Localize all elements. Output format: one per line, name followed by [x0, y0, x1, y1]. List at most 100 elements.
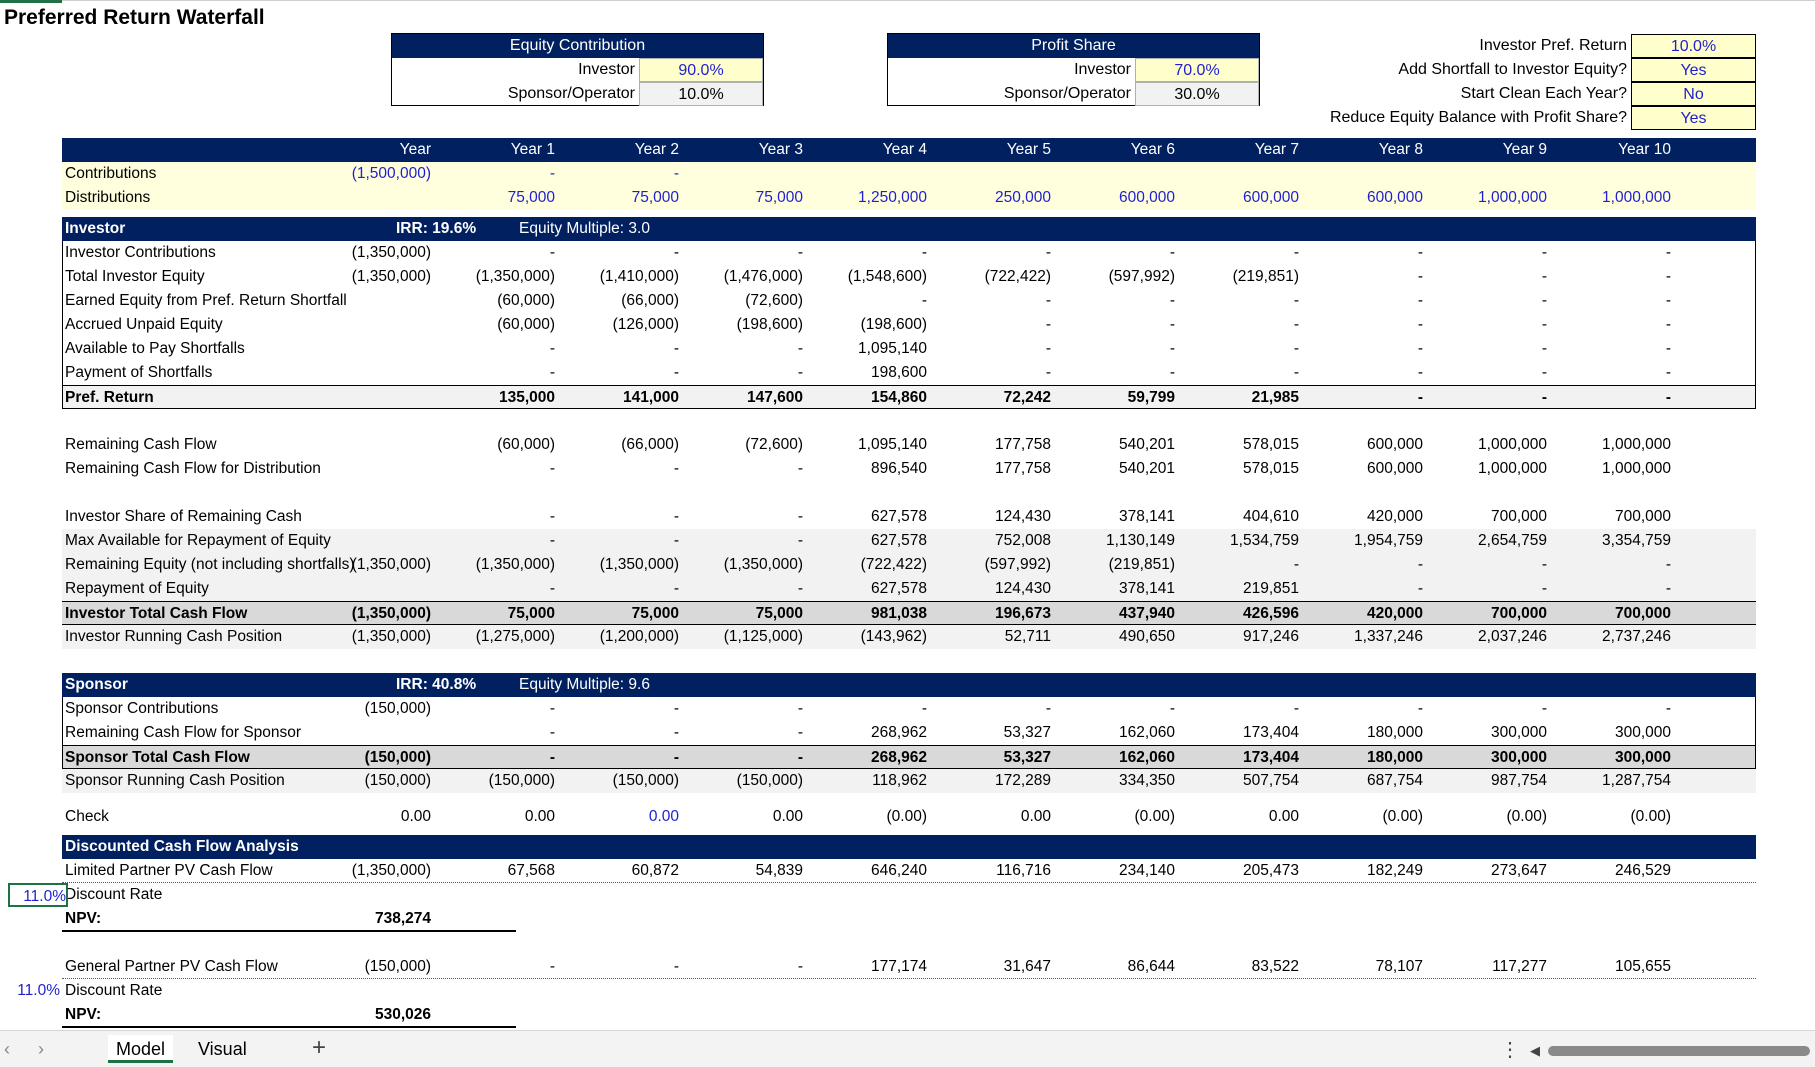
- investor-total-row-cell[interactable]: 75,000: [563, 602, 687, 626]
- lp-pv-row-cell[interactable]: 67,568: [439, 859, 563, 883]
- sponsor-running-row-cell[interactable]: (150,000): [439, 769, 563, 793]
- remaining-cash-row-cell[interactable]: 177,758: [935, 433, 1059, 457]
- remaining-cash-row-cell[interactable]: 1,000,000: [1431, 433, 1555, 457]
- add-sheet-icon[interactable]: +: [312, 1034, 326, 1062]
- sponsor-running-row-cell[interactable]: (150,000): [563, 769, 687, 793]
- remaining-distribution-row-cell[interactable]: 1,000,000: [1555, 457, 1679, 481]
- contributions-row-cell[interactable]: (1,500,000): [315, 162, 439, 186]
- remaining-distribution-row-cell[interactable]: 1,000,000: [1431, 457, 1555, 481]
- contributions-row-cell[interactable]: [1431, 162, 1555, 186]
- distributions-row-cell[interactable]: 600,000: [1059, 186, 1183, 210]
- investor-running-row-cell[interactable]: 1,337,246: [1307, 625, 1431, 649]
- gp-pv-row-cell[interactable]: (150,000): [315, 955, 439, 979]
- lp-discount-rate-input[interactable]: 11.0%: [8, 883, 68, 907]
- investor-running-row-cell[interactable]: (1,350,000): [315, 625, 439, 649]
- check-row-cell[interactable]: 0.00: [563, 805, 687, 829]
- investor-running-row-cell[interactable]: 917,246: [1183, 625, 1307, 649]
- repayment-row-cell[interactable]: -: [1555, 577, 1679, 601]
- investor-total-row-cell[interactable]: 981,038: [811, 602, 935, 626]
- repayment-row-cell[interactable]: -: [1307, 577, 1431, 601]
- contributions-row-cell[interactable]: [1555, 162, 1679, 186]
- remaining-distribution-row-cell[interactable]: 600,000: [1307, 457, 1431, 481]
- equity-investor-input[interactable]: 90.0%: [639, 58, 763, 82]
- investor-running-row-cell[interactable]: 2,037,246: [1431, 625, 1555, 649]
- gp-pv-row-cell[interactable]: 31,647: [935, 955, 1059, 979]
- investor-share-row-cell[interactable]: -: [687, 505, 811, 529]
- distributions-row-cell[interactable]: 75,000: [563, 186, 687, 210]
- repayment-row-cell[interactable]: 124,430: [935, 577, 1059, 601]
- lp-pv-row-cell[interactable]: (1,350,000): [315, 859, 439, 883]
- more-options-icon[interactable]: ⋮: [1500, 1037, 1520, 1062]
- gp-pv-row-cell[interactable]: 177,174: [811, 955, 935, 979]
- distributions-row-cell[interactable]: 600,000: [1307, 186, 1431, 210]
- remaining-distribution-row-cell[interactable]: 578,015: [1183, 457, 1307, 481]
- investor-total-row-cell[interactable]: 75,000: [687, 602, 811, 626]
- distributions-row-cell[interactable]: 1,000,000: [1431, 186, 1555, 210]
- contributions-row-cell[interactable]: [935, 162, 1059, 186]
- investor-share-row-cell[interactable]: 378,141: [1059, 505, 1183, 529]
- scroll-left-icon[interactable]: ◀: [1530, 1043, 1540, 1059]
- tab-prev-icon[interactable]: ‹: [4, 1039, 10, 1060]
- max-available-row-cell[interactable]: 1,130,149: [1059, 529, 1183, 553]
- remaining-distribution-row-cell[interactable]: 540,201: [1059, 457, 1183, 481]
- check-row-cell[interactable]: 0.00: [1183, 805, 1307, 829]
- remaining-equity-row-cell[interactable]: (1,350,000): [439, 553, 563, 577]
- investor-total-row-cell[interactable]: 420,000: [1307, 602, 1431, 626]
- repayment-row-cell[interactable]: 378,141: [1059, 577, 1183, 601]
- investor-total-row-cell[interactable]: (1,350,000): [315, 602, 439, 626]
- tab-next-icon[interactable]: ›: [38, 1039, 44, 1060]
- repayment-row-cell[interactable]: -: [563, 577, 687, 601]
- distributions-row-cell[interactable]: 1,250,000: [811, 186, 935, 210]
- remaining-cash-row-cell[interactable]: 578,015: [1183, 433, 1307, 457]
- contributions-row-cell[interactable]: -: [563, 162, 687, 186]
- lp-pv-row-cell[interactable]: 116,716: [935, 859, 1059, 883]
- check-row-cell[interactable]: 0.00: [439, 805, 563, 829]
- max-available-row-cell[interactable]: 3,354,759: [1555, 529, 1679, 553]
- max-available-row-cell[interactable]: 2,654,759: [1431, 529, 1555, 553]
- horizontal-scrollbar[interactable]: [1548, 1046, 1810, 1056]
- remaining-distribution-row-cell[interactable]: -: [687, 457, 811, 481]
- investor-total-row-cell[interactable]: 75,000: [439, 602, 563, 626]
- investor-share-row-cell[interactable]: [315, 505, 439, 529]
- repayment-row-cell[interactable]: -: [1431, 577, 1555, 601]
- gp-pv-row-cell[interactable]: 78,107: [1307, 955, 1431, 979]
- tab-model[interactable]: Model: [108, 1035, 174, 1063]
- investor-share-row-cell[interactable]: 420,000: [1307, 505, 1431, 529]
- check-row-cell[interactable]: (0.00): [811, 805, 935, 829]
- lp-pv-row-cell[interactable]: 54,839: [687, 859, 811, 883]
- remaining-cash-row-cell[interactable]: 600,000: [1307, 433, 1431, 457]
- remaining-equity-row-cell[interactable]: -: [1183, 553, 1307, 577]
- check-row-cell[interactable]: 0.00: [315, 805, 439, 829]
- repayment-row-cell[interactable]: -: [687, 577, 811, 601]
- distributions-row-cell[interactable]: 600,000: [1183, 186, 1307, 210]
- investor-share-row-cell[interactable]: 700,000: [1431, 505, 1555, 529]
- check-row-cell[interactable]: (0.00): [1555, 805, 1679, 829]
- distributions-row-cell[interactable]: 75,000: [439, 186, 563, 210]
- gp-pv-row-cell[interactable]: -: [687, 955, 811, 979]
- reduce-equity-input[interactable]: Yes: [1631, 106, 1756, 130]
- investor-total-row-cell[interactable]: 196,673: [935, 602, 1059, 626]
- max-available-row-cell[interactable]: 627,578: [811, 529, 935, 553]
- sponsor-running-row-cell[interactable]: 987,754: [1431, 769, 1555, 793]
- investor-share-row-cell[interactable]: 700,000: [1555, 505, 1679, 529]
- pref-return-input[interactable]: 10.0%: [1631, 34, 1756, 58]
- investor-running-row-cell[interactable]: 52,711: [935, 625, 1059, 649]
- check-row-cell[interactable]: (0.00): [1059, 805, 1183, 829]
- remaining-equity-row-cell[interactable]: -: [1307, 553, 1431, 577]
- distributions-row-cell[interactable]: 75,000: [687, 186, 811, 210]
- investor-running-row-cell[interactable]: (1,200,000): [563, 625, 687, 649]
- remaining-cash-row-cell[interactable]: 540,201: [1059, 433, 1183, 457]
- check-row-cell[interactable]: 0.00: [687, 805, 811, 829]
- investor-running-row-cell[interactable]: (143,962): [811, 625, 935, 649]
- lp-pv-row-cell[interactable]: 646,240: [811, 859, 935, 883]
- gp-pv-row-cell[interactable]: 86,644: [1059, 955, 1183, 979]
- sponsor-running-row-cell[interactable]: 172,289: [935, 769, 1059, 793]
- investor-share-row-cell[interactable]: -: [563, 505, 687, 529]
- lp-pv-row-cell[interactable]: 234,140: [1059, 859, 1183, 883]
- equity-sponsor-value[interactable]: 10.0%: [639, 82, 763, 106]
- investor-running-row-cell[interactable]: (1,275,000): [439, 625, 563, 649]
- investor-running-row-cell[interactable]: 490,650: [1059, 625, 1183, 649]
- investor-total-row-cell[interactable]: 700,000: [1431, 602, 1555, 626]
- gp-pv-row-cell[interactable]: 117,277: [1431, 955, 1555, 979]
- max-available-row-cell[interactable]: 752,008: [935, 529, 1059, 553]
